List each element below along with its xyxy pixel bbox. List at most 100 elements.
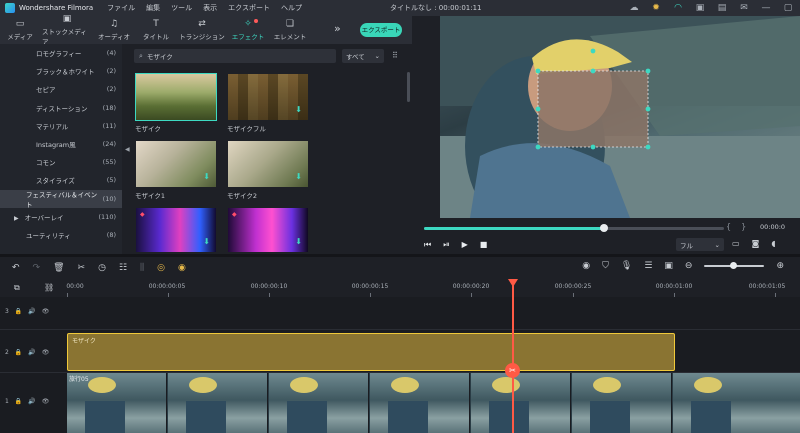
video-preview[interactable] xyxy=(440,16,800,218)
zoom-out-icon[interactable]: ⊖ xyxy=(685,261,693,271)
download-icon[interactable]: ⬇ xyxy=(295,172,302,181)
progress-knob[interactable] xyxy=(600,224,608,232)
cloud-icon[interactable]: ☁ xyxy=(628,2,640,14)
collapse-sidebar-icon[interactable]: ◀ xyxy=(125,146,130,153)
menu-help[interactable]: ヘルプ xyxy=(281,3,302,13)
play-icon[interactable]: ▶ xyxy=(462,240,468,250)
effect-thumbnail-mosaic-1[interactable]: ⬇ xyxy=(135,140,217,188)
step-back-icon[interactable]: ⏮ xyxy=(424,240,431,250)
preview-quality-dropdown[interactable]: フル ⌄ xyxy=(676,238,724,251)
chevron-down-icon: ⌄ xyxy=(374,52,380,60)
lock-icon[interactable]: 🔒 xyxy=(15,398,22,405)
tab-transitions[interactable]: ⇄ トランジション xyxy=(178,16,226,44)
render-icon[interactable]: ◉ xyxy=(582,261,590,271)
audio-wave-icon[interactable]: ⫼ xyxy=(140,263,144,273)
tab-audio[interactable]: ♫ オーディオ xyxy=(94,16,134,44)
eye-icon[interactable]: 👁 xyxy=(42,308,50,315)
zoom-slider[interactable] xyxy=(704,262,765,269)
sidebar-item-material[interactable]: マテリアル (11) xyxy=(0,117,122,135)
sidebar-item-overlay[interactable]: ▶ オーバーレイ (110) xyxy=(0,208,122,226)
sidebar-item-black-white[interactable]: ブラック＆ホワイト (2) xyxy=(0,62,122,80)
effect-clip-mosaic[interactable]: モザイク xyxy=(67,333,675,371)
effect-thumbnail-mosaic[interactable] xyxy=(135,73,217,121)
playhead[interactable] xyxy=(512,283,514,433)
zoom-in-icon[interactable]: ⊕ xyxy=(776,261,784,271)
save-as-icon[interactable]: ▤ xyxy=(716,2,728,14)
ruler-label: 00:00:00:25 xyxy=(554,283,592,290)
undo-icon[interactable]: ↶ xyxy=(12,263,20,273)
chevron-double-right-icon[interactable]: » xyxy=(334,22,341,35)
playhead-scissors-icon[interactable]: ✂ xyxy=(505,363,520,378)
search-input[interactable]: モザイク xyxy=(147,51,173,61)
menu-export[interactable]: エクスポート xyxy=(228,3,270,13)
snapshot-icon[interactable]: ▣ xyxy=(664,261,673,271)
maximize-icon[interactable]: ▢ xyxy=(782,2,794,14)
minimize-icon[interactable]: — xyxy=(760,2,772,14)
play-frame-icon[interactable]: ⏯ xyxy=(443,240,449,250)
effect-thumbnail-mosaic-full[interactable]: ⬇ xyxy=(227,73,309,121)
sidebar-item-festival-events[interactable]: フェスティバル＆イベント (10) xyxy=(0,189,122,209)
timeline-ruler[interactable]: 00:00 00:00:00:05 00:00:00:10 00:00:00:1… xyxy=(66,279,800,297)
display-icon[interactable]: ▭ xyxy=(732,239,740,248)
sidebar-item-sepia[interactable]: セピア (2) xyxy=(0,80,122,98)
zoom-slider-knob[interactable] xyxy=(730,262,738,269)
add-track-icon[interactable]: ⧉ xyxy=(14,283,20,293)
effect-thumbnail-neon-2[interactable]: ◆ ⬇ xyxy=(227,207,309,253)
menu-edit[interactable]: 編集 xyxy=(146,3,160,13)
eye-icon[interactable]: 👁 xyxy=(42,349,50,356)
browser-scrollbar[interactable] xyxy=(407,72,410,102)
sidebar-item-common[interactable]: コモン (55) xyxy=(0,153,122,171)
effect-thumbnail-neon-1[interactable]: ◆ ⬇ xyxy=(135,207,217,253)
headset-icon[interactable]: ◠ xyxy=(672,2,684,14)
sidebar-item-stylize[interactable]: スタイライズ (5) xyxy=(0,171,122,189)
save-icon[interactable]: ▣ xyxy=(694,2,706,14)
lightbulb-icon[interactable]: ✹ xyxy=(650,2,662,14)
sidebar-item-utility[interactable]: ユーティリティ (8) xyxy=(0,226,122,244)
speed-icon[interactable]: ◷ xyxy=(98,263,106,273)
lock-icon[interactable]: 🔒 xyxy=(15,308,22,315)
stop-icon[interactable]: ■ xyxy=(480,240,488,250)
speaker-icon[interactable]: 🔊 xyxy=(28,398,35,405)
snapshot-camera-icon[interactable]: ◙ xyxy=(752,239,760,248)
video-clip[interactable]: 旅行05 xyxy=(67,373,800,433)
cut-scissors-icon[interactable]: ✂ xyxy=(78,263,86,273)
playback-progress-bar[interactable] xyxy=(424,224,724,232)
microphone-icon[interactable]: 🎙 xyxy=(621,261,632,271)
adjust-icon[interactable]: ☷ xyxy=(119,263,127,273)
eye-icon[interactable]: 👁 xyxy=(42,398,50,405)
sidebar-item-distortion[interactable]: ディストーション (18) xyxy=(0,99,122,117)
menu-view[interactable]: 表示 xyxy=(203,3,217,13)
menu-tools[interactable]: ツール xyxy=(171,3,192,13)
download-icon[interactable]: ⬇ xyxy=(295,105,302,114)
speaker-icon[interactable]: 🔊 xyxy=(28,349,35,356)
caret-right-icon[interactable]: ▶ xyxy=(14,215,19,222)
sidebar-item-instagram[interactable]: Instagram風 (24) xyxy=(0,135,122,153)
lock-icon[interactable]: 🔒 xyxy=(15,349,22,356)
search-field[interactable]: ⌕ モザイク xyxy=(134,49,336,63)
mail-icon[interactable]: ✉ xyxy=(738,2,750,14)
sidebar-item-lomography[interactable]: ロモグラフィー (4) xyxy=(0,44,122,62)
volume-icon[interactable]: ◖ xyxy=(771,239,775,248)
grid-view-icon[interactable]: ⠿ xyxy=(392,51,398,60)
marker-icon[interactable]: ⛉ xyxy=(602,261,609,271)
download-icon[interactable]: ⬇ xyxy=(203,172,210,181)
tab-titles[interactable]: T タイトル xyxy=(136,16,176,44)
tab-media[interactable]: ▭ メディア xyxy=(0,16,40,44)
effect-thumbnail-mosaic-2[interactable]: ⬇ xyxy=(227,140,309,188)
mark-in-out-icon[interactable]: {} xyxy=(726,222,756,231)
download-icon[interactable]: ⬇ xyxy=(295,237,302,246)
menu-file[interactable]: ファイル xyxy=(107,3,135,13)
tab-stock-media[interactable]: ▣ ストックメディア xyxy=(42,14,92,46)
export-button[interactable]: エクスポート xyxy=(360,23,402,37)
link-icon[interactable]: ⛓ xyxy=(44,283,54,292)
delete-icon[interactable]: 🗑 xyxy=(53,263,64,273)
color-match-icon[interactable]: ◉ xyxy=(178,263,186,273)
voiceover-icon[interactable]: ☰ xyxy=(644,261,652,271)
redo-icon[interactable]: ↷ xyxy=(33,263,41,273)
filter-dropdown[interactable]: すべて ⌄ xyxy=(342,49,384,63)
tab-elements[interactable]: ❏ エレメント xyxy=(270,16,310,44)
keyframe-icon[interactable]: ◎ xyxy=(157,263,165,273)
download-icon[interactable]: ⬇ xyxy=(203,237,210,246)
tab-effects[interactable]: ✧ エフェクト xyxy=(228,16,268,44)
speaker-icon[interactable]: 🔊 xyxy=(28,308,35,315)
